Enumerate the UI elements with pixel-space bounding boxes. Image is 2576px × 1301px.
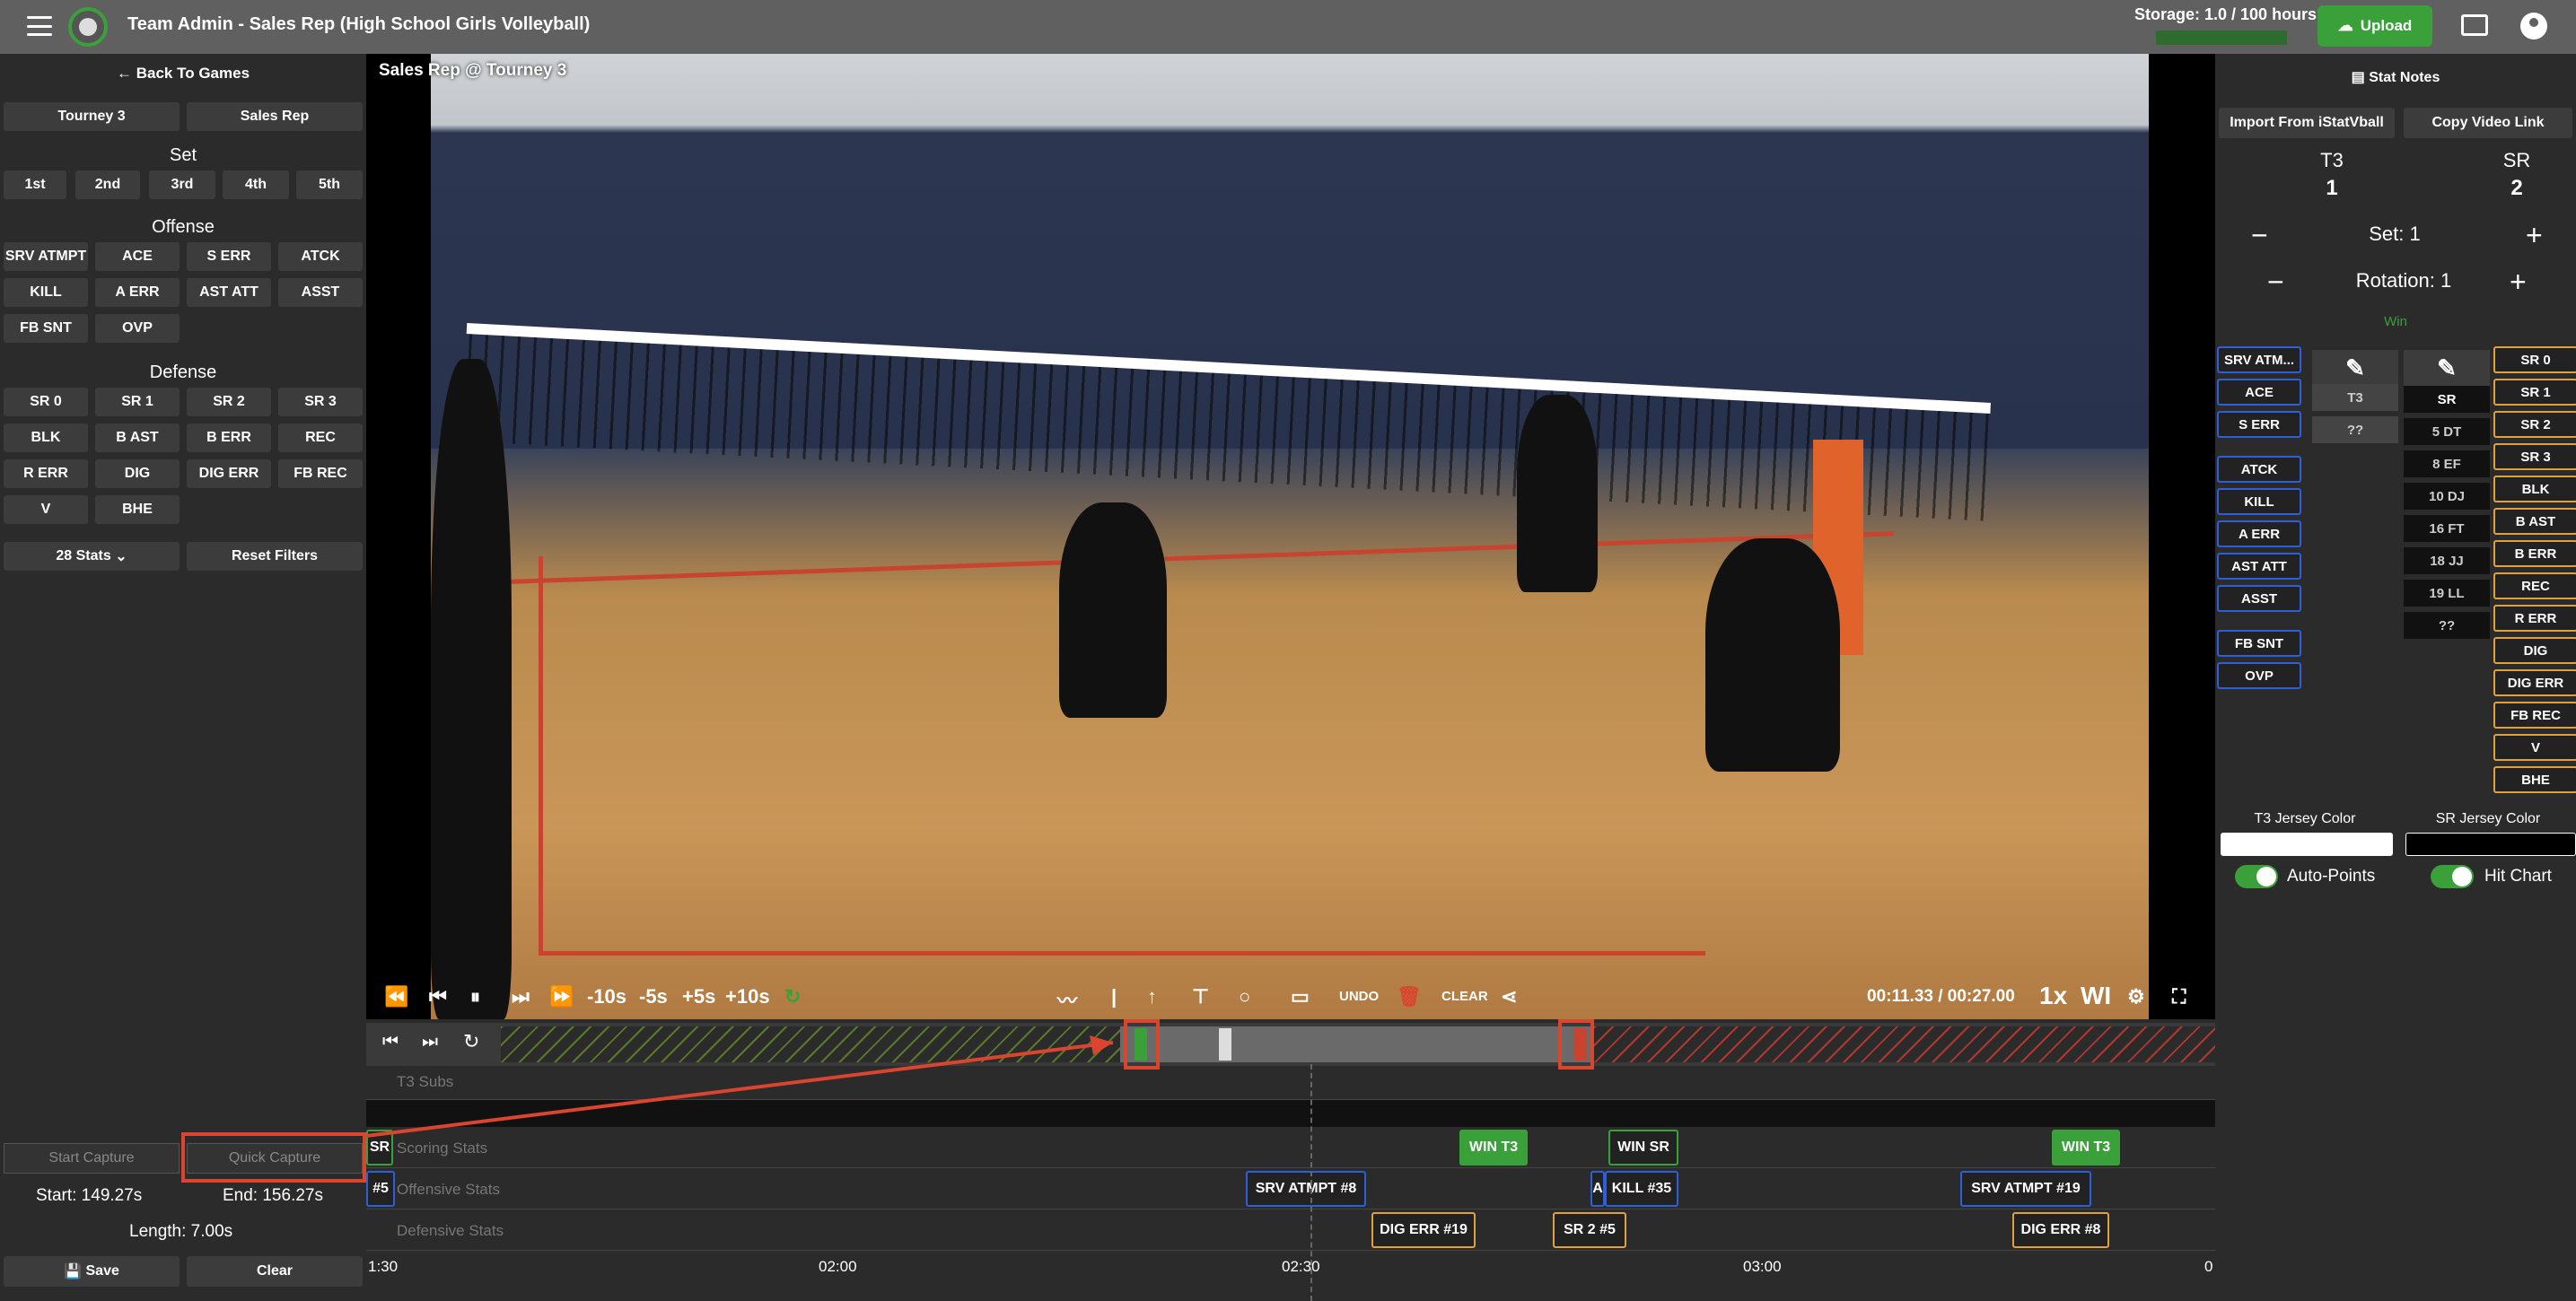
t3-player-button[interactable]: T3 xyxy=(2312,384,2398,411)
team-stat-button[interactable]: KILL xyxy=(2217,488,2301,515)
right-panel: ▤ Stat Notes Import From iStatVball Copy… xyxy=(2215,54,2576,1301)
opp-stat-button[interactable]: SR 3 xyxy=(2493,443,2576,470)
sr-player-button[interactable]: 5 DT xyxy=(2404,418,2490,445)
opp-stat-button[interactable]: SR 0 xyxy=(2493,346,2576,373)
team-stat-button[interactable]: AST ATT xyxy=(2217,553,2301,580)
edit-t3-icon[interactable]: ✎ xyxy=(2312,350,2398,386)
opp-stat-button[interactable]: SR 2 xyxy=(2493,411,2576,438)
edit-sr-icon[interactable]: ✎ xyxy=(2404,350,2490,386)
set-label: Set: 1 xyxy=(2369,223,2421,245)
opp-stat-button[interactable]: R ERR xyxy=(2493,605,2576,632)
sr-player-button[interactable]: SR xyxy=(2404,386,2490,413)
team-a-score: 1 xyxy=(2326,176,2338,200)
opp-stat-button[interactable]: V xyxy=(2493,734,2576,761)
hit-chart-toggle[interactable] xyxy=(2431,865,2474,888)
opp-stat-button[interactable]: REC xyxy=(2493,572,2576,599)
team-stat-button[interactable]: ATCK xyxy=(2217,456,2301,483)
team-a-name: T3 xyxy=(2320,149,2344,171)
team-stat-button[interactable]: OVP xyxy=(2217,662,2301,689)
set-minus-button[interactable]: − xyxy=(2251,219,2268,252)
win-label: Win xyxy=(2384,314,2407,329)
team-stat-button[interactable]: ACE xyxy=(2217,379,2301,406)
opp-stat-button[interactable]: DIG xyxy=(2493,637,2576,664)
opp-stat-button[interactable]: BHE xyxy=(2493,766,2576,793)
sr-player-button[interactable]: ?? xyxy=(2404,612,2490,639)
opp-stat-button[interactable]: B AST xyxy=(2493,508,2576,535)
t3-jersey-label: T3 Jersey Color xyxy=(2254,811,2356,826)
copy-video-link-button[interactable]: Copy Video Link xyxy=(2404,108,2572,138)
team-stat-button[interactable]: A ERR xyxy=(2217,520,2301,547)
team-stat-button[interactable]: S ERR xyxy=(2217,411,2301,438)
sr-player-button[interactable]: 10 DJ xyxy=(2404,483,2490,510)
import-button[interactable]: Import From iStatVball xyxy=(2219,108,2395,138)
notes-icon: ▤ xyxy=(2351,70,2370,85)
stat-notes-button[interactable]: ▤ Stat Notes xyxy=(2215,68,2576,86)
rotation-minus-button[interactable]: − xyxy=(2267,266,2284,299)
sr-jersey-color-swatch[interactable] xyxy=(2405,833,2576,856)
team-stat-button[interactable]: FB SNT xyxy=(2217,630,2301,657)
team-b-score: 2 xyxy=(2510,176,2523,200)
sr-player-button[interactable]: 18 JJ xyxy=(2404,547,2490,574)
sr-player-button[interactable]: 8 EF xyxy=(2404,450,2490,477)
t3-player-button[interactable]: ?? xyxy=(2312,416,2398,443)
sr-player-button[interactable]: 19 LL xyxy=(2404,580,2490,607)
team-b-name: SR xyxy=(2502,149,2531,171)
t3-jersey-color-swatch[interactable] xyxy=(2221,833,2393,856)
callout-arrow xyxy=(365,1035,1114,1138)
sr-jersey-label: SR Jersey Color xyxy=(2435,811,2541,826)
opp-stat-button[interactable]: BLK xyxy=(2493,476,2576,502)
opp-stat-button[interactable]: B ERR xyxy=(2493,540,2576,567)
rotation-plus-button[interactable]: + xyxy=(2510,266,2527,299)
team-stat-button[interactable]: ASST xyxy=(2217,585,2301,612)
opp-stat-button[interactable]: FB REC xyxy=(2493,702,2576,729)
opp-stat-button[interactable]: SR 1 xyxy=(2493,379,2576,406)
set-plus-button[interactable]: + xyxy=(2526,219,2543,252)
opp-stat-button[interactable]: DIG ERR xyxy=(2493,669,2576,696)
sr-player-button[interactable]: 16 FT xyxy=(2404,515,2490,542)
auto-points-toggle[interactable] xyxy=(2235,865,2278,888)
team-stat-button[interactable]: SRV ATM... xyxy=(2217,346,2301,373)
rotation-label: Rotation: 1 xyxy=(2355,269,2452,292)
auto-points-label: Auto-Points xyxy=(2287,867,2376,886)
hit-chart-label: Hit Chart xyxy=(2484,867,2552,886)
